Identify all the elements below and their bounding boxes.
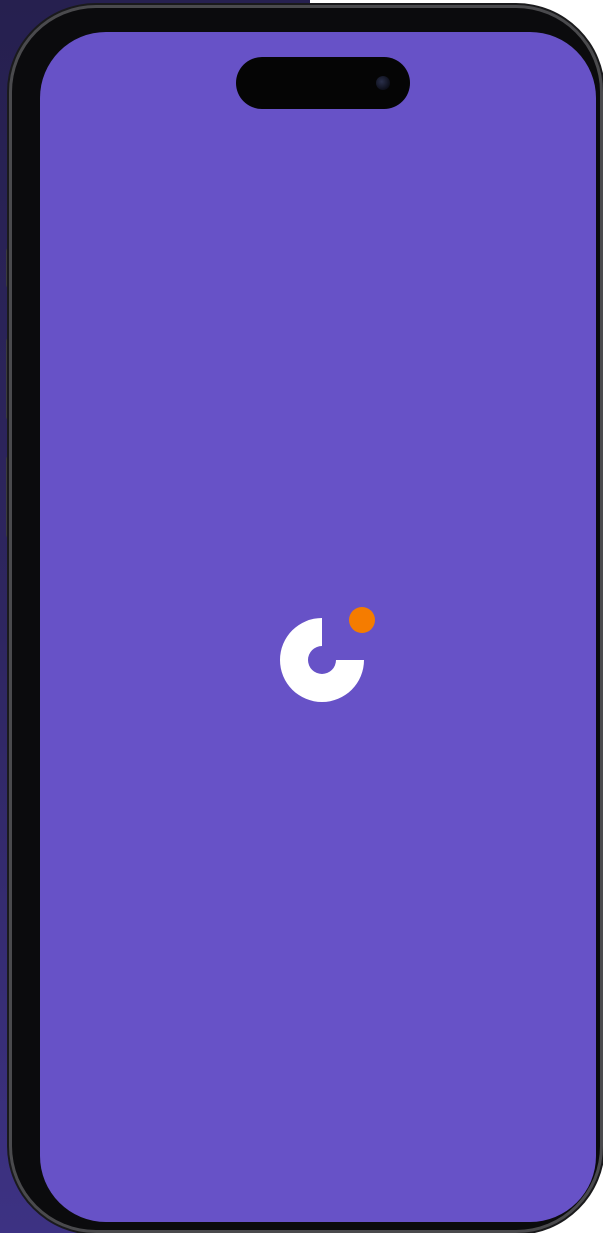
app-logo-icon <box>280 607 375 702</box>
dynamic-island <box>236 57 410 109</box>
phone-frame <box>12 8 600 1230</box>
page <box>0 0 603 1233</box>
splash-screen <box>40 32 596 1222</box>
camera-icon <box>376 76 390 90</box>
logo-ring <box>280 618 364 702</box>
logo-dot <box>349 607 375 633</box>
